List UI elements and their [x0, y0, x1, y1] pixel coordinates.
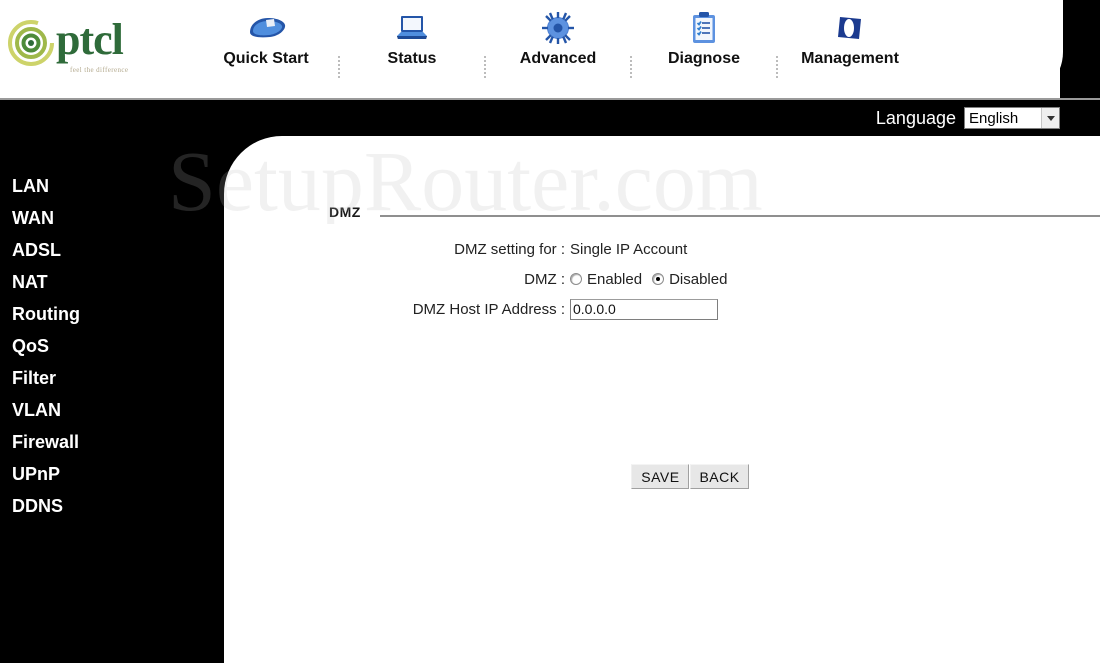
section-divider [380, 215, 1100, 217]
back-button[interactable]: BACK [690, 464, 749, 489]
language-selected-value: English [969, 109, 1019, 127]
sidebar-item-label: WAN [12, 207, 54, 228]
nav-label-diagnose: Diagnose [667, 50, 740, 67]
sidebar-item-nat[interactable]: NAT [0, 266, 224, 298]
form-row-dmz-toggle: DMZ : Enabled Disabled [224, 266, 1100, 292]
sidebar-item-qos[interactable]: QoS [0, 330, 224, 362]
mouse-icon [244, 10, 288, 46]
radio-indicator [570, 273, 582, 285]
chevron-down-icon[interactable] [1041, 108, 1059, 128]
save-button[interactable]: SAVE [631, 464, 690, 489]
ptcl-logo[interactable]: ptcl feel the difference [8, 14, 148, 84]
sidebar-item-label: Firewall [12, 431, 80, 452]
nav-item-status[interactable]: Status [342, 6, 482, 68]
setting-for-value: Single IP Account [570, 240, 688, 258]
dmz-form: DMZ setting for : Single IP Account DMZ … [224, 236, 1100, 489]
sidebar-item-label: Filter [12, 367, 57, 388]
sidebar-item-label: UPnP [12, 463, 61, 484]
sidebar-item-filter[interactable]: Filter [0, 362, 224, 394]
sidebar-item-label: ADSL [12, 239, 61, 260]
page-header: ptcl feel the difference Quick Start Sta… [0, 0, 1100, 100]
nav-separator [338, 56, 340, 78]
nav-separator [484, 56, 486, 78]
logo-tagline: feel the difference [70, 66, 129, 74]
nav-label-quick-start: Quick Start [223, 50, 309, 67]
form-row-setting-for: DMZ setting for : Single IP Account [224, 236, 1100, 262]
sidebar-item-label: DDNS [12, 495, 64, 516]
sidebar-item-wan[interactable]: WAN [0, 202, 224, 234]
setting-for-label: DMZ setting for : [454, 240, 565, 258]
nav-label-status: Status [387, 50, 437, 67]
gear-icon [540, 10, 576, 46]
page-title: DMZ [329, 204, 361, 220]
main-navigation: Quick Start Status Advanced Diagnose Man… [196, 6, 920, 92]
nav-item-advanced[interactable]: Advanced [488, 6, 628, 68]
dmz-enabled-label: Enabled [587, 270, 643, 288]
sidebar-item-vlan[interactable]: VLAN [0, 394, 224, 426]
header-black-corner [1060, 0, 1100, 98]
sidebar-item-firewall[interactable]: Firewall [0, 426, 224, 458]
clipboard-icon [689, 10, 719, 46]
dmz-enabled-radio[interactable]: Enabled [570, 271, 642, 288]
ptcl-spiral-logo-icon [8, 20, 54, 66]
nav-item-management[interactable]: Management [780, 6, 920, 68]
form-row-host-ip: DMZ Host IP Address : [224, 296, 1100, 322]
sidebar-item-lan[interactable]: LAN [0, 170, 224, 202]
language-label: Language [875, 107, 956, 128]
sidebar-item-label: NAT [12, 271, 48, 292]
nav-label-management: Management [801, 50, 899, 67]
laptop-icon [392, 10, 432, 46]
sidebar-menu: LAN WAN ADSL NAT Routing QoS Filter VLAN… [0, 136, 224, 663]
language-bar: Language English [0, 100, 1100, 136]
radio-indicator [652, 273, 665, 285]
nav-item-diagnose[interactable]: Diagnose [634, 6, 774, 68]
form-actions: SAVE BACK [224, 464, 1100, 489]
dmz-label: DMZ : [524, 270, 565, 288]
sidebar-item-label: QoS [12, 335, 50, 356]
sidebar-item-label: Routing [12, 303, 80, 324]
dmz-disabled-label: Disabled [669, 270, 728, 288]
nav-separator [776, 56, 778, 78]
sidebar-item-adsl[interactable]: ADSL [0, 234, 224, 266]
sidebar-item-ddns[interactable]: DDNS [0, 490, 224, 522]
content-panel: DMZ DMZ setting for : Single IP Account … [224, 136, 1100, 663]
sidebar-item-label: LAN [12, 175, 49, 196]
sidebar-item-upnp[interactable]: UPnP [0, 458, 224, 490]
sidebar-item-routing[interactable]: Routing [0, 298, 224, 330]
section-header: DMZ [329, 204, 1100, 224]
nav-separator [630, 56, 632, 78]
language-select[interactable]: English [964, 107, 1060, 129]
logo-wordmark: ptcl [56, 15, 124, 64]
dmz-host-ip-input[interactable] [570, 298, 718, 320]
nav-label-advanced: Advanced [519, 50, 597, 67]
nav-item-quick-start[interactable]: Quick Start [196, 6, 336, 68]
router-admin-page: ptcl feel the difference Quick Start Sta… [0, 0, 1100, 663]
dmz-disabled-radio[interactable]: Disabled [652, 271, 727, 288]
sidebar-item-label: VLAN [12, 399, 61, 420]
flag-icon [834, 10, 866, 46]
host-ip-label: DMZ Host IP Address : [412, 300, 565, 318]
